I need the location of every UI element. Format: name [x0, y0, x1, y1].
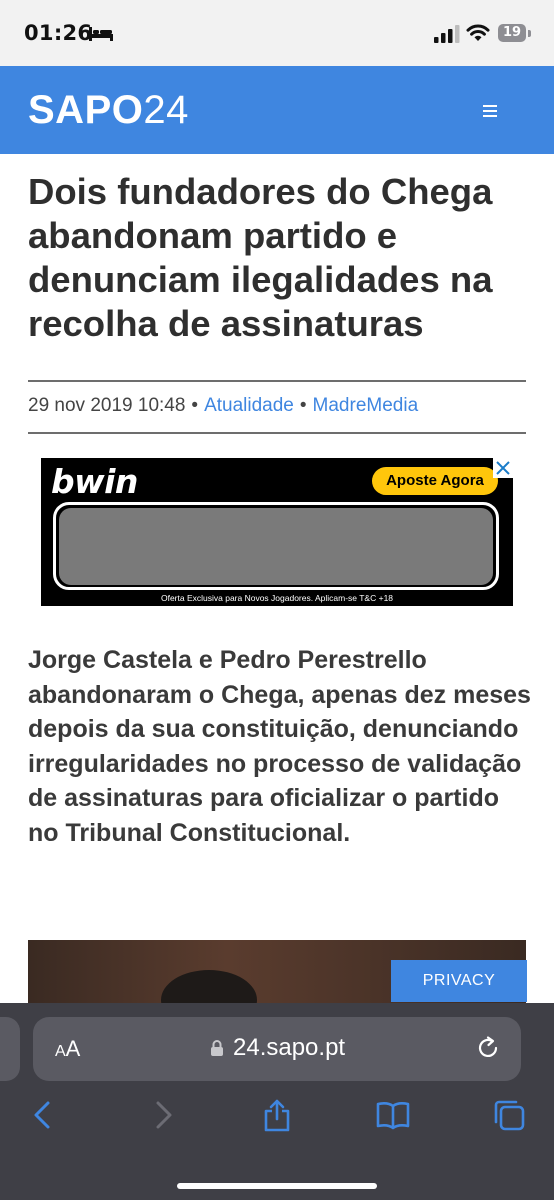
ad-disclaimer: Oferta Exclusiva para Novos Jogadores. A…	[160, 593, 394, 603]
ad-close-icon[interactable]	[493, 458, 513, 478]
logo-bold-text: SAPO	[28, 88, 144, 132]
address-bar[interactable]: AA 24.sapo.pt	[33, 1017, 521, 1081]
reload-icon[interactable]	[475, 1035, 501, 1061]
lock-icon	[211, 1040, 223, 1056]
status-time: 01:26	[24, 21, 93, 45]
sleep-bed-icon	[89, 27, 113, 41]
status-bar: 01:26 19	[0, 0, 554, 66]
url-text: 24.sapo.pt	[233, 1034, 346, 1061]
text-size-large-letter: A	[65, 1036, 81, 1061]
privacy-button[interactable]: PRIVACY	[391, 960, 527, 1002]
forward-icon[interactable]	[146, 1098, 180, 1132]
share-icon[interactable]	[260, 1098, 294, 1132]
advertisement-banner[interactable]: bwin Aposte Agora Oferta Exclusiva para …	[41, 458, 513, 606]
source-link[interactable]: MadreMedia	[313, 395, 419, 416]
browser-toolbar: AA 24.sapo.pt	[0, 1003, 554, 1200]
bookmarks-icon[interactable]	[376, 1098, 410, 1132]
meta-separator: •	[191, 395, 199, 416]
ad-brand-logo: bwin	[51, 462, 138, 501]
meta-separator: •	[299, 395, 307, 416]
ad-placeholder-image	[59, 508, 493, 585]
article-title: Dois fundadores do Chega abandonam parti…	[28, 171, 493, 344]
ad-cta-button[interactable]: Aposte Agora	[372, 467, 498, 495]
wifi-icon	[466, 24, 490, 41]
text-size-small-letter: A	[55, 1043, 66, 1060]
tabs-icon[interactable]	[492, 1098, 526, 1132]
battery-icon: 19	[498, 24, 532, 44]
divider-top	[28, 380, 526, 382]
article-lead: Jorge Castela e Pedro Perestrello abando…	[28, 646, 531, 847]
site-header: SAPO24	[0, 66, 554, 154]
home-indicator	[177, 1183, 377, 1189]
divider-bottom	[28, 432, 526, 434]
photo-person-head	[161, 970, 257, 1004]
back-icon[interactable]	[26, 1098, 60, 1132]
battery-level: 19	[502, 25, 522, 40]
text-size-button[interactable]: AA	[55, 1036, 80, 1062]
article-date: 29 nov 2019 10:48	[28, 395, 186, 416]
site-logo[interactable]: SAPO24	[28, 88, 189, 132]
logo-light-text: 24	[143, 88, 189, 132]
previous-tab-preview[interactable]	[0, 1017, 20, 1081]
cellular-signal-icon	[434, 25, 460, 43]
hamburger-menu-icon[interactable]	[480, 102, 500, 120]
article-meta: 29 nov 2019 10:48 • Atualidade • MadreMedia	[28, 395, 418, 417]
category-link[interactable]: Atualidade	[204, 395, 294, 416]
